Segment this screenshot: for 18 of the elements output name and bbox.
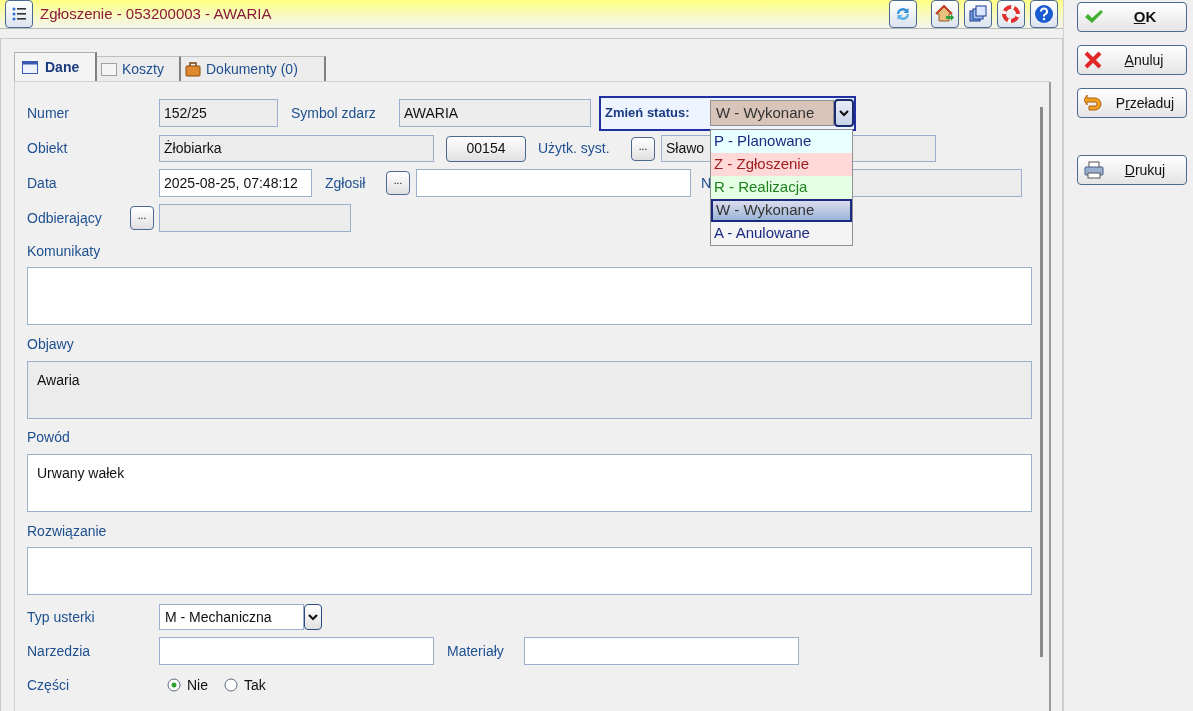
field-label: Użytk. syst. bbox=[538, 139, 611, 158]
window-title: Zgłoszenie - 053200003 - AWARIA bbox=[40, 3, 272, 24]
field-label: Części bbox=[27, 675, 70, 695]
field-label: Narzedzia bbox=[27, 641, 92, 661]
field-label: Odbierający bbox=[27, 208, 103, 228]
field-label: Komunikaty bbox=[27, 241, 102, 261]
field-label: Typ usterki bbox=[27, 607, 96, 627]
field-label: N bbox=[701, 173, 711, 193]
field-label: Numer bbox=[27, 103, 70, 123]
field-label: Materiały bbox=[447, 641, 505, 661]
field-label: Data bbox=[27, 173, 58, 193]
field-label: Objawy bbox=[27, 334, 75, 354]
status-label: Zmień status: bbox=[605, 104, 691, 123]
field-label: Rozwiązanie bbox=[27, 521, 108, 541]
field-label: Obiekt bbox=[27, 139, 69, 158]
field-label: Powód bbox=[27, 427, 71, 447]
field-label: Symbol zdarz bbox=[291, 103, 377, 123]
field-label: Zgłosił bbox=[325, 173, 367, 193]
